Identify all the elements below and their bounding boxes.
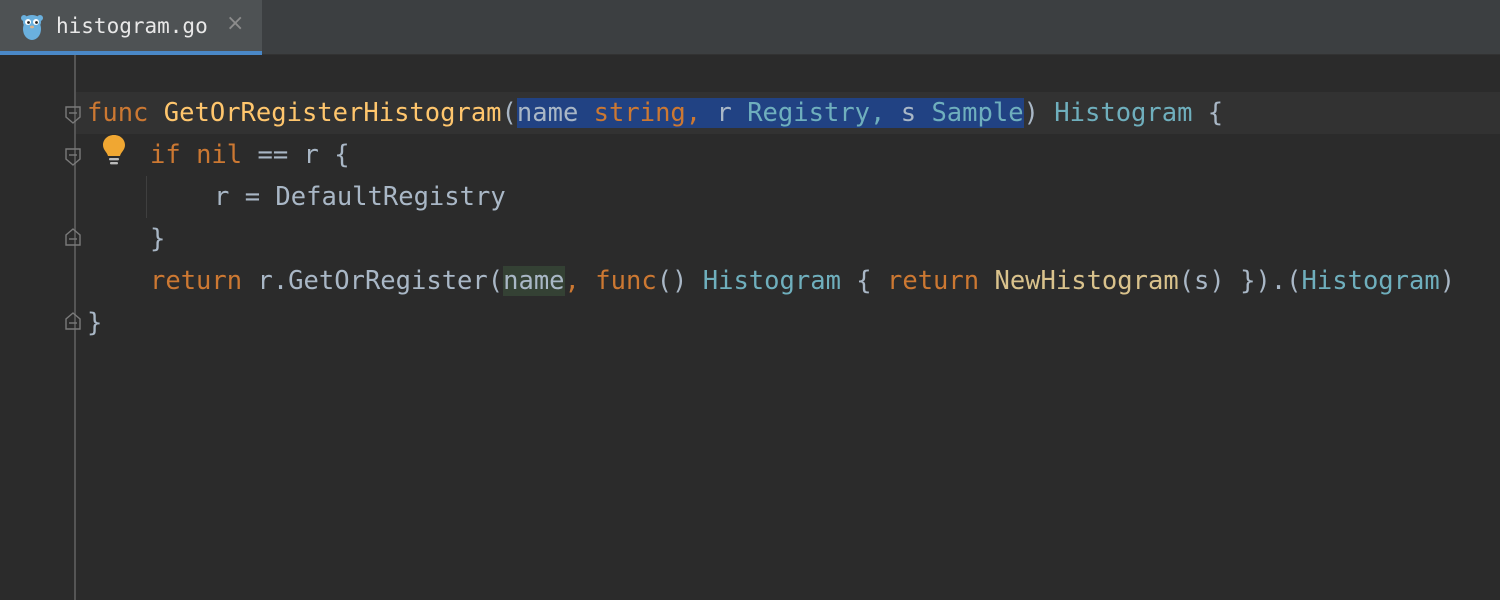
selected-parameters: name string, r Registry, s Sample [516,98,1024,128]
gopher-icon [21,15,43,40]
keyword: if [150,140,181,170]
tab-histogram-go[interactable]: histogram.go × [0,0,262,55]
code-line-6[interactable]: } [87,302,102,344]
function-name: GetOrRegisterHistogram [163,98,502,128]
code-line-5[interactable]: return r.GetOrRegister(name, func() Hist… [150,260,1455,302]
fold-open-icon[interactable] [64,147,82,167]
fold-close-icon[interactable] [64,227,82,247]
keyword: nil [196,140,243,170]
code-line-4[interactable]: } [150,218,165,260]
tab-close-icon[interactable]: × [226,13,244,35]
code-line-2[interactable]: if nil == r { [150,134,350,176]
fold-close-icon[interactable] [64,311,82,331]
editor-tab-bar: histogram.go × [0,0,1500,55]
usage-highlight: name [503,266,565,296]
keyword: return [886,266,980,296]
indent-guide [146,176,147,218]
keyword: return [150,266,243,296]
code-line-3[interactable]: r = DefaultRegistry [214,176,506,218]
return-type: Histogram [1054,98,1193,128]
tab-label: histogram.go [56,14,208,38]
lightbulb-icon[interactable] [101,134,127,166]
code-line-1[interactable]: func GetOrRegisterHistogram(name string,… [87,92,1223,134]
code-editor[interactable]: func GetOrRegisterHistogram(name string,… [0,55,1500,600]
fold-open-icon[interactable] [64,105,82,125]
keyword: func [87,98,149,128]
keyword: func [595,266,657,296]
